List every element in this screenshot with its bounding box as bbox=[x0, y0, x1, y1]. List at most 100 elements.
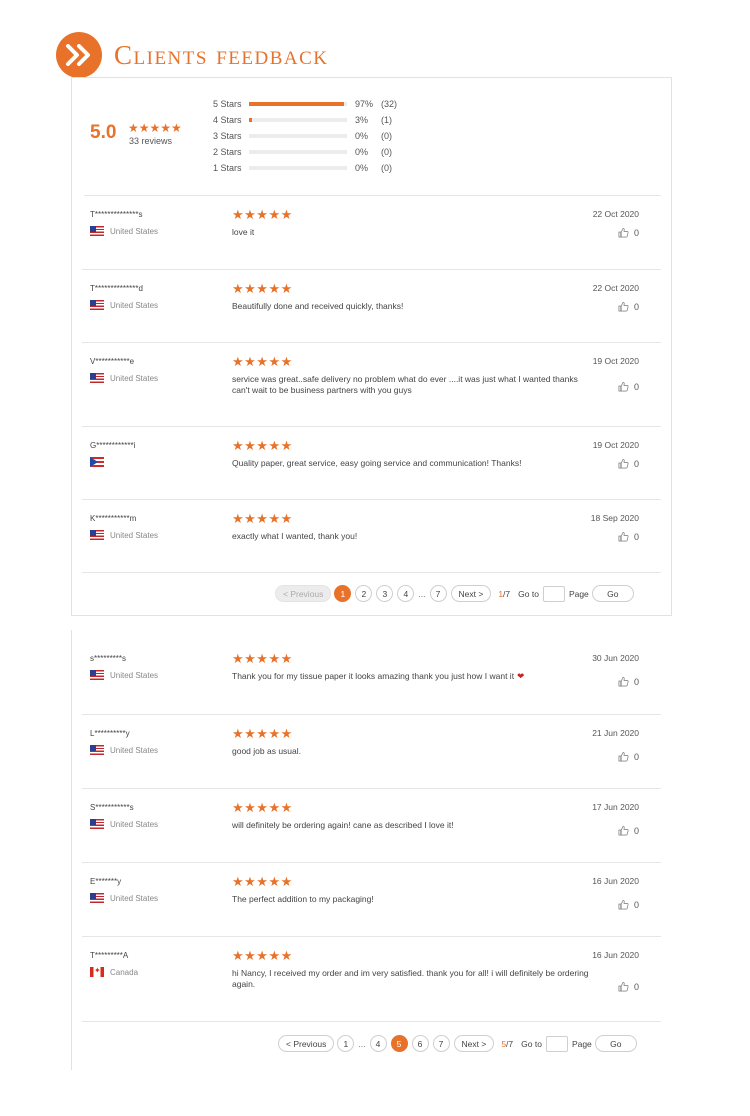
review-date: 19 Oct 2020 bbox=[592, 440, 639, 450]
review-item: s*********s United States ★★★★★ Thank you f… bbox=[82, 640, 661, 715]
page-number-button[interactable]: 6 bbox=[411, 1035, 429, 1052]
review-text: exactly what I wanted, thank you! bbox=[232, 531, 592, 542]
thumbs-up-icon bbox=[618, 301, 629, 312]
goto-label: Go to bbox=[518, 588, 539, 599]
page-number-button[interactable]: 1 bbox=[337, 1035, 355, 1052]
page-number-button[interactable]: 2 bbox=[355, 585, 373, 602]
review-date: 19 Oct 2020 bbox=[592, 356, 639, 366]
review-text-content: good job as usual. bbox=[232, 746, 301, 756]
reviewer-country: United States bbox=[90, 226, 158, 236]
review-text-content: Quality paper, great service, easy going… bbox=[232, 458, 522, 468]
go-button[interactable]: Go bbox=[591, 585, 634, 602]
page-number-button[interactable]: 7 bbox=[429, 585, 447, 602]
review-text: The perfect addition to my packaging! bbox=[232, 894, 592, 905]
distribution-percent: 0% bbox=[355, 147, 369, 157]
distribution-bar-fill bbox=[249, 102, 345, 106]
like-button[interactable]: 0 bbox=[618, 301, 639, 312]
like-count: 0 bbox=[633, 531, 639, 542]
country-name: Canada bbox=[110, 967, 139, 977]
distribution-label: 4 Stars bbox=[213, 115, 242, 125]
review-text: Thank you for my tissue paper it looks a… bbox=[232, 671, 592, 682]
like-count: 0 bbox=[633, 381, 639, 392]
page-number-button[interactable]: 1 bbox=[334, 585, 352, 602]
page-number-button[interactable]: 4 bbox=[369, 1035, 387, 1052]
review-text-content: will definitely be ordering again! cane … bbox=[232, 820, 454, 830]
flag-us-icon bbox=[90, 300, 104, 310]
review-stars: ★★★★★ bbox=[232, 511, 293, 526]
reviewer-name: V***********e bbox=[90, 357, 135, 366]
page-number-button[interactable]: 3 bbox=[376, 585, 394, 602]
distribution-bar bbox=[249, 134, 347, 138]
like-button[interactable]: 0 bbox=[618, 227, 639, 238]
page-indicator: 1/7 bbox=[498, 589, 510, 599]
like-button[interactable]: 0 bbox=[618, 981, 639, 992]
like-button[interactable]: 0 bbox=[618, 825, 639, 836]
review-date: 22 Oct 2020 bbox=[592, 283, 639, 293]
distribution-count: (1) bbox=[381, 115, 392, 125]
distribution-percent: 0% bbox=[355, 131, 369, 141]
page-input[interactable] bbox=[545, 1035, 568, 1052]
page-number-button[interactable]: 4 bbox=[397, 585, 415, 602]
review-stars: ★★★★★ bbox=[232, 354, 293, 369]
country-name: United States bbox=[110, 300, 159, 310]
reviews-panel-2: s*********s United States ★★★★★ Thank you f… bbox=[71, 630, 672, 1070]
like-button[interactable]: 0 bbox=[618, 381, 639, 392]
rating-summary: 5.0 ★★★★★ 33 reviews 5 Stars 97% (32) 4 Sta… bbox=[84, 78, 661, 196]
next-page-button[interactable]: Next > bbox=[453, 1035, 495, 1052]
average-stars: ★★★★★ bbox=[128, 121, 182, 135]
page-input[interactable] bbox=[542, 585, 565, 602]
next-page-button[interactable]: Next > bbox=[450, 585, 492, 602]
reviewer-name: T*********A bbox=[90, 951, 129, 960]
country-name: United States bbox=[110, 745, 159, 755]
review-item: V***********e United States ★★★★★ service w… bbox=[82, 343, 661, 427]
distribution-count: (32) bbox=[381, 99, 398, 109]
reviewer-country: United States bbox=[90, 300, 158, 310]
total-pages: /7 bbox=[503, 588, 511, 599]
thumbs-up-icon bbox=[618, 676, 629, 687]
like-button[interactable]: 0 bbox=[618, 458, 639, 469]
review-date: 18 Sep 2020 bbox=[590, 513, 639, 523]
reviewer-name: E*******y bbox=[90, 877, 122, 886]
distribution-percent: 97% bbox=[355, 99, 374, 109]
flag-us-icon bbox=[90, 226, 104, 236]
thumbs-up-icon bbox=[618, 381, 629, 392]
previous-page-button[interactable]: < Previous bbox=[275, 585, 332, 602]
like-count: 0 bbox=[633, 899, 639, 910]
review-stars: ★★★★★ bbox=[232, 874, 293, 889]
flag-ca-icon bbox=[90, 967, 104, 977]
reviewer-name: T**************d bbox=[90, 284, 143, 293]
review-item: T**************d United States ★★★★★ Beauti… bbox=[82, 270, 661, 343]
distribution-label: 5 Stars bbox=[213, 99, 242, 109]
previous-page-button[interactable]: < Previous bbox=[278, 1035, 335, 1052]
distribution-label: 2 Stars bbox=[213, 147, 242, 157]
review-stars: ★★★★★ bbox=[232, 438, 293, 453]
like-count: 0 bbox=[633, 301, 639, 312]
like-count: 0 bbox=[633, 676, 639, 687]
review-text: love it bbox=[232, 227, 592, 238]
section-title: Clients feedback bbox=[114, 39, 329, 70]
review-text: Quality paper, great service, easy going… bbox=[232, 458, 592, 469]
page-number-button[interactable]: 5 bbox=[390, 1035, 408, 1052]
rating-distribution-row: 5 Stars 97% (32) bbox=[213, 96, 397, 112]
reviewer-country: United States bbox=[90, 670, 158, 680]
like-button[interactable]: 0 bbox=[618, 676, 639, 687]
go-button[interactable]: Go bbox=[594, 1035, 637, 1052]
like-button[interactable]: 0 bbox=[618, 531, 639, 542]
review-text-content: Beautifully done and received quickly, t… bbox=[232, 301, 404, 311]
review-item: L**********y United States ★★★★★ good job a… bbox=[82, 715, 661, 789]
flag-us-icon bbox=[90, 670, 104, 680]
reviewer-name: s*********s bbox=[90, 654, 127, 663]
review-text: service was great..safe delivery no prob… bbox=[232, 374, 592, 396]
heart-icon: ❤ bbox=[517, 671, 525, 681]
like-button[interactable]: 0 bbox=[618, 899, 639, 910]
review-item: E*******y United States ★★★★★ The perfect a… bbox=[82, 863, 661, 937]
rating-distribution-row: 3 Stars 0% (0) bbox=[213, 128, 397, 144]
thumbs-up-icon bbox=[618, 825, 629, 836]
review-stars: ★★★★★ bbox=[232, 281, 293, 296]
distribution-bar bbox=[249, 150, 347, 154]
like-button[interactable]: 0 bbox=[618, 751, 639, 762]
pagination-ellipsis: ... bbox=[418, 588, 426, 599]
page-label: Page bbox=[571, 1038, 592, 1049]
review-date: 16 Jun 2020 bbox=[592, 950, 639, 960]
page-number-button[interactable]: 7 bbox=[432, 1035, 450, 1052]
